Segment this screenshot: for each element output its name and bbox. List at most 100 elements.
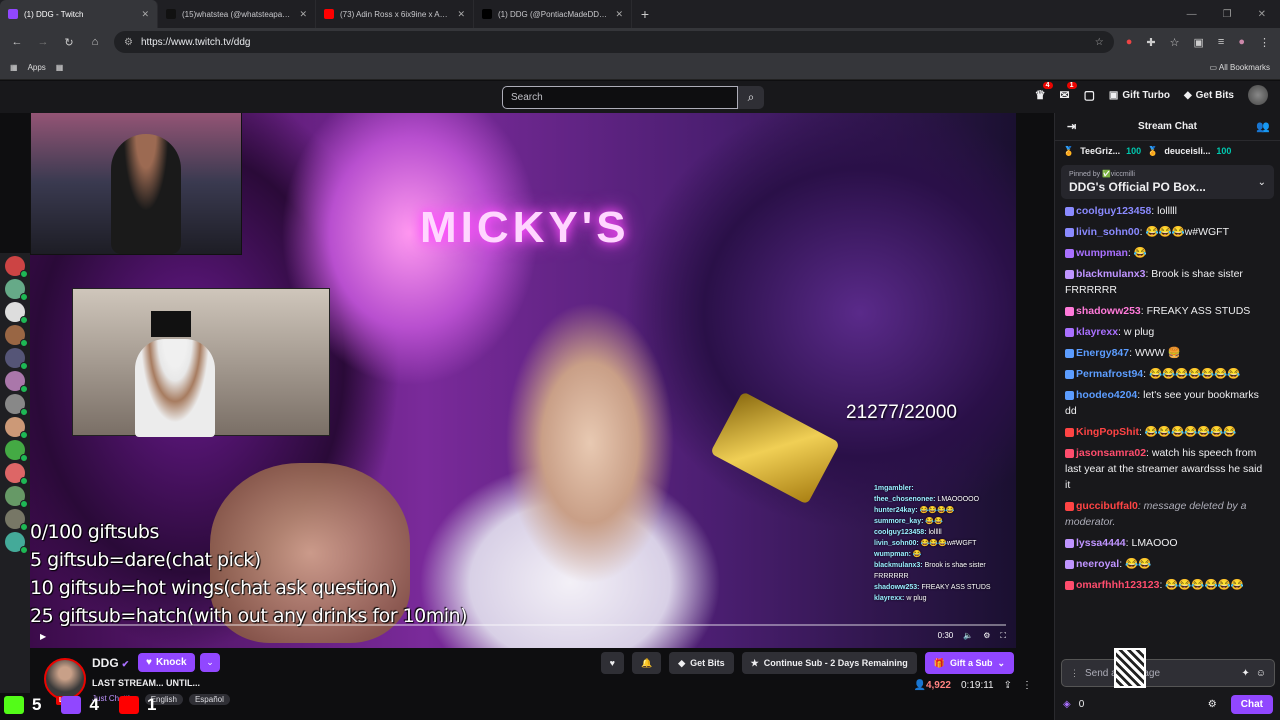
menu-icon[interactable]: ⋮ (1259, 36, 1270, 49)
leader-name[interactable]: deuceisli... (1164, 146, 1210, 156)
volume-icon[interactable]: 🔈 (963, 631, 973, 641)
chat-username[interactable]: blackmulanx3 (1076, 268, 1145, 280)
get-bits-button[interactable]: ◆ Get Bits (669, 652, 734, 674)
new-tab-button[interactable]: + (632, 6, 658, 22)
channel-avatar[interactable] (5, 486, 28, 508)
settings-icon[interactable]: ⚙ (983, 631, 990, 641)
chat-username[interactable]: neeroyal (1076, 558, 1119, 570)
profile-icon[interactable]: ● (1238, 36, 1245, 49)
channel-avatar[interactable] (5, 302, 28, 324)
sidepanel-icon[interactable]: ▣ (1194, 36, 1204, 49)
back-icon[interactable]: ← (10, 36, 24, 48)
play-icon[interactable]: ▶ (40, 632, 46, 641)
search-input[interactable] (502, 86, 738, 109)
chevron-down-icon[interactable]: ⌄ (1258, 177, 1266, 188)
channel-avatar[interactable] (5, 348, 28, 370)
inbox-icon[interactable]: ✉ 1 (1060, 82, 1077, 102)
chat-send-button[interactable]: Chat (1230, 694, 1273, 714)
emote-picker-icon[interactable]: ⋮ (1070, 668, 1079, 679)
browser-tab[interactable]: (1) DDG (@PontiacMadeDDG) / ✕ (474, 0, 632, 28)
pinned-message[interactable]: Pinned by ✅viccmilli DDG's Official PO B… (1061, 165, 1274, 199)
chat-input[interactable] (1085, 667, 1236, 679)
reload-icon[interactable]: ↻ (62, 36, 76, 49)
chevron-down-icon: ⌄ (997, 657, 1005, 668)
leader-name[interactable]: TeeGriz... (1080, 146, 1120, 156)
media-icon[interactable]: ≡ (1218, 36, 1224, 49)
url-field[interactable]: ⚙ https://www.twitch.tv/ddg ☆ (114, 31, 1114, 53)
browser-tab[interactable]: (73) Adin Ross x 6ix9ine x Akad ✕ (316, 0, 474, 28)
notifications-button[interactable]: 🔔 (631, 652, 662, 674)
star-icon[interactable]: ☆ (1095, 37, 1104, 48)
search-button[interactable]: ⌕ (738, 86, 764, 109)
community-icon[interactable]: 👥 (1256, 120, 1270, 133)
chat-username[interactable]: lyssa4444 (1076, 537, 1126, 549)
gift-sub-button[interactable]: 🎁 Gift a Sub ⌄ (924, 652, 1014, 674)
chat-username[interactable]: klayrexx (1076, 326, 1118, 338)
browser-tab[interactable]: (1) DDG - Twitch ✕ (0, 0, 158, 28)
knock-dropdown-button[interactable]: ⌄ (200, 653, 220, 672)
share-icon[interactable]: ⇪ (1004, 680, 1012, 691)
channel-avatar[interactable] (5, 440, 28, 462)
close-icon[interactable]: ✕ (1258, 9, 1266, 20)
follow-heart-button[interactable]: ♥ (600, 652, 624, 674)
continue-sub-button[interactable]: ★ Continue Sub - 2 Days Remaining (741, 652, 917, 674)
chat-username[interactable]: KingPopShit (1076, 426, 1139, 438)
crown-icon[interactable]: ♛ 4 (1035, 82, 1053, 102)
chat-username[interactable]: shadoww253 (1076, 305, 1141, 317)
knock-button[interactable]: ♥ Knock (138, 653, 195, 672)
chat-username[interactable]: wumpman (1076, 247, 1128, 259)
video-player[interactable]: MICKY'S 21277/22000 0/100 giftsubs 5 gif… (30, 113, 1016, 648)
home-icon[interactable]: ⌂ (88, 36, 102, 48)
chat-username[interactable]: jasonsamra02 (1076, 447, 1146, 459)
channel-avatar[interactable] (5, 256, 28, 278)
pinned-text: DDG's Official PO Box... (1069, 180, 1206, 194)
chat-username[interactable]: livin_sohn00 (1076, 226, 1140, 238)
chat-username[interactable]: coolguy123458 (1076, 205, 1151, 217)
settings-icon[interactable]: ⚙ (1208, 699, 1217, 710)
tab-close-icon[interactable]: ✕ (141, 9, 149, 20)
overlay-chat-line: thee_chosenonee: LMAOOOOO (874, 494, 1000, 505)
browser-tab[interactable]: (15)whatstea (@whatsteapage) ✕ (158, 0, 316, 28)
all-bookmarks[interactable]: ▭ All Bookmarks (1210, 63, 1270, 72)
grid-icon[interactable]: ▦ (56, 63, 64, 72)
tab-close-icon[interactable]: ✕ (615, 9, 623, 20)
channel-avatar[interactable] (5, 532, 28, 554)
folder-icon: ▭ (1209, 63, 1219, 72)
tag-espanol[interactable]: Español (188, 694, 230, 705)
extension-icon[interactable]: ● (1126, 36, 1133, 49)
channel-avatar[interactable] (5, 325, 28, 347)
channel-avatar[interactable] (5, 463, 28, 485)
channel-avatar[interactable] (5, 394, 28, 416)
chat-username[interactable]: hoodeo4204 (1076, 389, 1137, 401)
streamer-name[interactable]: DDG ✔ (92, 656, 129, 670)
bookmark-icon[interactable]: ☆ (1170, 36, 1180, 49)
chat-username[interactable]: omarfhhh123123 (1076, 579, 1159, 591)
puzzle-icon[interactable]: ✚ (1146, 36, 1155, 49)
channel-avatar[interactable] (5, 417, 28, 439)
chat-username[interactable]: Energy847 (1076, 347, 1129, 359)
user-avatar[interactable] (1248, 85, 1268, 105)
more-icon[interactable]: ⋮ (1022, 680, 1032, 691)
site-info-icon[interactable]: ⚙ (124, 37, 133, 48)
chat-username[interactable]: Permafrost94 (1076, 368, 1143, 380)
progress-bar[interactable] (70, 624, 1006, 626)
channel-avatar[interactable] (5, 509, 28, 531)
whispers-icon[interactable]: ▢ (1084, 88, 1095, 102)
apps-icon[interactable]: ▦ (10, 63, 18, 72)
gift-turbo-button[interactable]: ▣ Gift Turbo (1109, 90, 1170, 101)
tab-close-icon[interactable]: ✕ (299, 9, 307, 20)
channel-points-icon[interactable]: ◈ (1063, 699, 1071, 710)
get-bits-nav-button[interactable]: ◆ Get Bits (1184, 90, 1234, 101)
chat-username[interactable]: guccibuffal0 (1076, 500, 1138, 512)
maximize-icon[interactable]: ❐ (1223, 9, 1232, 20)
fullscreen-icon[interactable]: ⛶ (1000, 631, 1006, 641)
apps-bookmark[interactable]: Apps (28, 63, 46, 72)
emoji-icon[interactable]: ☺ (1256, 668, 1266, 679)
collapse-chat-icon[interactable]: ⇥ (1067, 120, 1076, 133)
channel-avatar[interactable] (5, 371, 28, 393)
bits-icon[interactable]: ✦ (1241, 668, 1249, 679)
forward-icon[interactable]: → (36, 36, 50, 48)
tab-close-icon[interactable]: ✕ (457, 9, 465, 20)
channel-avatar[interactable] (5, 279, 28, 301)
minimize-icon[interactable]: — (1187, 9, 1197, 20)
